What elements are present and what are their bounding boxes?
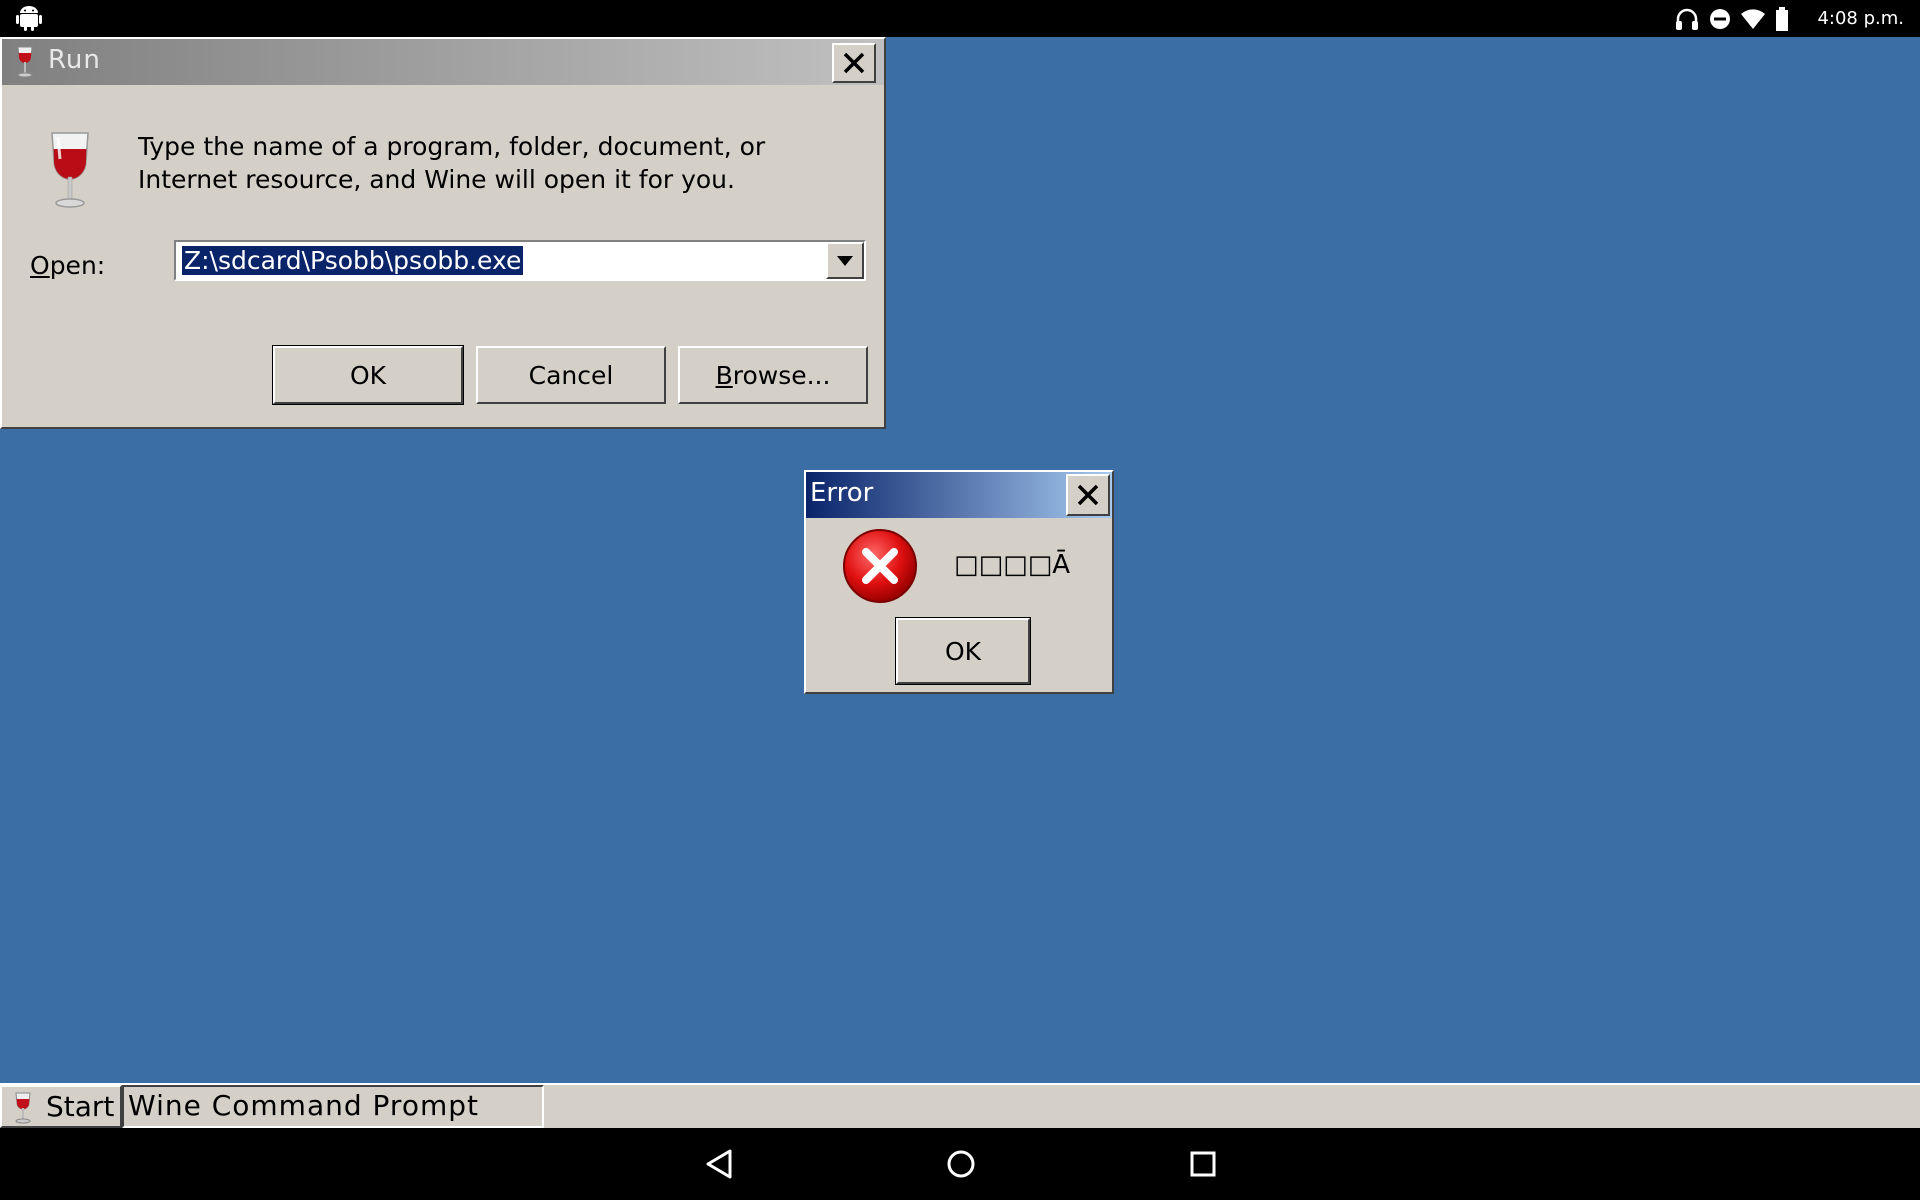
wine-glass-icon: [51, 132, 89, 208]
close-icon: [843, 52, 865, 74]
start-button[interactable]: Start: [0, 1085, 122, 1128]
error-message: □□□□Ā: [954, 550, 1071, 580]
headphones-icon: [1676, 8, 1698, 30]
taskbar: Start Wine Command Prompt: [0, 1083, 1920, 1128]
error-close-button[interactable]: [1066, 474, 1110, 516]
run-title: Run: [48, 45, 101, 75]
home-button[interactable]: [941, 1144, 981, 1184]
wine-glass-icon: [17, 46, 33, 78]
clock: 4:08 p.m.: [1817, 8, 1904, 29]
wifi-icon: [1741, 9, 1765, 29]
battery-icon: [1776, 7, 1788, 31]
do-not-disturb-icon: [1710, 9, 1730, 29]
error-titlebar[interactable]: Error: [806, 472, 1112, 518]
status-bar: 4:08 p.m.: [0, 0, 1920, 37]
run-dialog: Run Type the name of a program, folder, …: [0, 37, 886, 429]
recents-button[interactable]: [1183, 1144, 1223, 1184]
wine-glass-icon: [15, 1092, 31, 1124]
run-browse-button[interactable]: Browse...: [678, 346, 868, 404]
start-label: Start: [46, 1090, 115, 1123]
run-cancel-button[interactable]: Cancel: [476, 346, 666, 404]
run-description: Type the name of a program, folder, docu…: [138, 132, 766, 194]
browse-label-rest: rowse...: [732, 360, 831, 390]
open-input[interactable]: Z:\sdcard\Psobb\psobb.exe: [182, 246, 524, 275]
navigation-bar: [0, 1128, 1920, 1200]
android-logo: [16, 6, 42, 31]
run-close-button[interactable]: [832, 43, 876, 83]
dropdown-arrow-icon: [837, 255, 853, 266]
open-combobox[interactable]: Z:\sdcard\Psobb\psobb.exe: [174, 240, 866, 281]
open-dropdown-button[interactable]: [826, 242, 864, 279]
error-title: Error: [810, 478, 874, 508]
close-icon: [1077, 484, 1099, 506]
run-titlebar[interactable]: Run: [2, 39, 884, 85]
taskbar-item-wine-command-prompt[interactable]: Wine Command Prompt: [122, 1085, 544, 1128]
open-label: Open:: [30, 251, 106, 280]
recents-icon: [1190, 1151, 1216, 1177]
taskbar-item-label: Wine Command Prompt: [128, 1089, 479, 1122]
error-ok-button[interactable]: OK: [895, 617, 1031, 685]
open-label-rest: pen:: [49, 251, 106, 280]
run-ok-button[interactable]: OK: [272, 345, 464, 405]
back-icon: [706, 1149, 732, 1179]
desktop: 4:08 p.m. Run Type the name of a program…: [0, 0, 1920, 1200]
back-button[interactable]: [699, 1144, 739, 1184]
error-dialog: Error □□□□Ā OK: [804, 470, 1114, 694]
home-icon: [947, 1150, 975, 1178]
error-x-icon: [843, 529, 917, 603]
